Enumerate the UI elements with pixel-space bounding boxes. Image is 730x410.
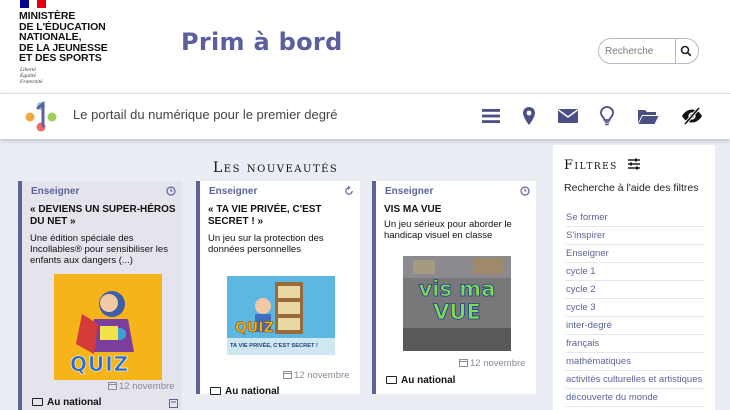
mail-icon [558,109,578,123]
folder-icon [386,376,397,384]
search-button[interactable] [677,42,695,60]
calendar-icon [459,359,468,367]
filter-item[interactable]: mathématiques [565,353,705,371]
card-date-text: 12 novembre [294,370,350,381]
accessibility-eye-icon [682,107,702,125]
filter-item[interactable]: S'inspirer [565,227,705,245]
search-divider [675,39,676,63]
filter-item[interactable]: activités culturelles et artistiques [565,371,705,389]
filter-item[interactable]: français [565,335,705,353]
card-category[interactable]: Enseigner [385,186,433,197]
folder-icon [210,387,221,395]
clock-icon [166,186,176,196]
news-card[interactable]: Enseigner VIS MA VUE Un jeu sérieux pour… [372,181,536,394]
calendar-icon [283,371,292,379]
card-location: Au national [386,375,455,386]
republic-motto: Liberté Égalité Fraternité [20,67,43,85]
ministry-logo-text[interactable]: MINISTÈRE DE L'ÉDUCATION NATIONALE, DE L… [19,11,108,64]
news-card[interactable]: Enseigner « TA VIE PRIVÉE, C'EST SECRET … [196,181,360,397]
filters-subtitle: Recherche à l'aide des filtres [564,182,699,194]
map-button[interactable] [520,104,538,128]
card-description: Une édition spéciale des Incollables® po… [30,233,168,266]
folder-icon [638,109,659,124]
card-location-text: Au national [225,386,280,397]
marianne-flag-logo [20,0,47,8]
ministry-line: NATIONALE, [19,31,82,43]
filter-item[interactable]: découverte du monde [565,389,705,407]
filter-item[interactable]: cycle 2 [565,281,705,299]
portal-bar: Le portail du numérique pour le premier … [0,93,730,139]
card-category[interactable]: Enseigner [209,186,257,197]
card-date: 12 novembre [108,381,174,392]
card-location: Au national [210,386,279,397]
game-title-label: vis ma VUE [418,277,496,324]
card-location-text: Au national [401,375,456,386]
motto-line: Fraternité [20,79,43,85]
filter-item[interactable]: inter-degré [565,317,705,335]
card-title[interactable]: « TA VIE PRIVÉE, C'EST SECRET ! » [208,204,360,228]
quiz-label: QUIZ [70,352,130,377]
card-date: 12 novembre [459,358,525,369]
primabord-logo-icon[interactable] [24,100,58,132]
ideas-button[interactable] [598,104,616,128]
filter-item[interactable]: Enseigner [565,245,705,263]
location-pin-icon [523,107,535,125]
search-input[interactable] [605,43,671,59]
filter-item[interactable]: cycle 3 [565,299,705,317]
card-location: Au national [32,397,101,408]
portal-tagline: Le portail du numérique pour le premier … [73,107,338,122]
folder-icon [32,398,43,406]
ministry-line: MINISTÈRE [19,10,76,22]
news-heading-text: Les nouveautés [213,160,339,176]
clock-icon [520,186,530,196]
news-card[interactable]: Enseigner « DEVIENS UN SUPER-HÉROS DU NE… [18,181,182,410]
card-date-text: 12 novembre [119,381,175,392]
card-thumbnail[interactable]: QUIZ [54,274,162,380]
site-title[interactable]: Prim à bord [181,28,343,56]
card-category[interactable]: Enseigner [31,186,79,197]
card-location-text: Au national [47,397,102,408]
resources-button[interactable] [636,104,660,128]
filter-list: Se former S'inspirer Enseigner cycle 1 c… [565,209,705,407]
search-box [598,38,699,64]
card-title[interactable]: « DEVIENS UN SUPER-HÉROS DU NET » [30,204,182,228]
contact-button[interactable] [556,104,580,128]
accessibility-button[interactable] [680,104,704,128]
calendar-icon [108,382,117,390]
filters-heading: Filtres [564,158,641,173]
card-title[interactable]: VIS MA VUE [384,204,536,216]
lightbulb-icon [600,106,614,126]
quiz-label: QUIZ [235,320,274,337]
menu-icon [482,109,500,123]
search-icon [680,45,692,57]
thumbnail-caption: TA VIE PRIVÉE, C'EST SECRET ! [230,343,318,349]
filters-panel: Filtres Recherche à l'aide des filtres S… [553,145,715,410]
menu-button[interactable] [480,104,502,128]
filter-item[interactable]: Se former [565,209,705,227]
ministry-line: ET DES SPORTS [19,52,102,64]
sliders-icon[interactable] [627,158,641,170]
card-date: 12 novembre [283,370,349,381]
card-thumbnail[interactable]: vis ma VUE [403,256,511,351]
filters-heading-text: Filtres [564,158,618,173]
news-heading: Les nouveautés [213,160,338,176]
card-date-text: 12 novembre [470,358,526,369]
share-icon[interactable] [169,399,178,408]
card-description: Un jeu sur la protection des données per… [208,233,324,255]
card-description: Un jeu sérieux pour aborder le handicap … [384,219,512,241]
card-thumbnail[interactable]: QUIZ TA VIE PRIVÉE, C'EST SECRET ! [227,276,335,355]
site-header: MINISTÈRE DE L'ÉDUCATION NATIONALE, DE L… [0,0,730,93]
filter-item[interactable]: cycle 1 [565,263,705,281]
refresh-icon [345,186,353,195]
